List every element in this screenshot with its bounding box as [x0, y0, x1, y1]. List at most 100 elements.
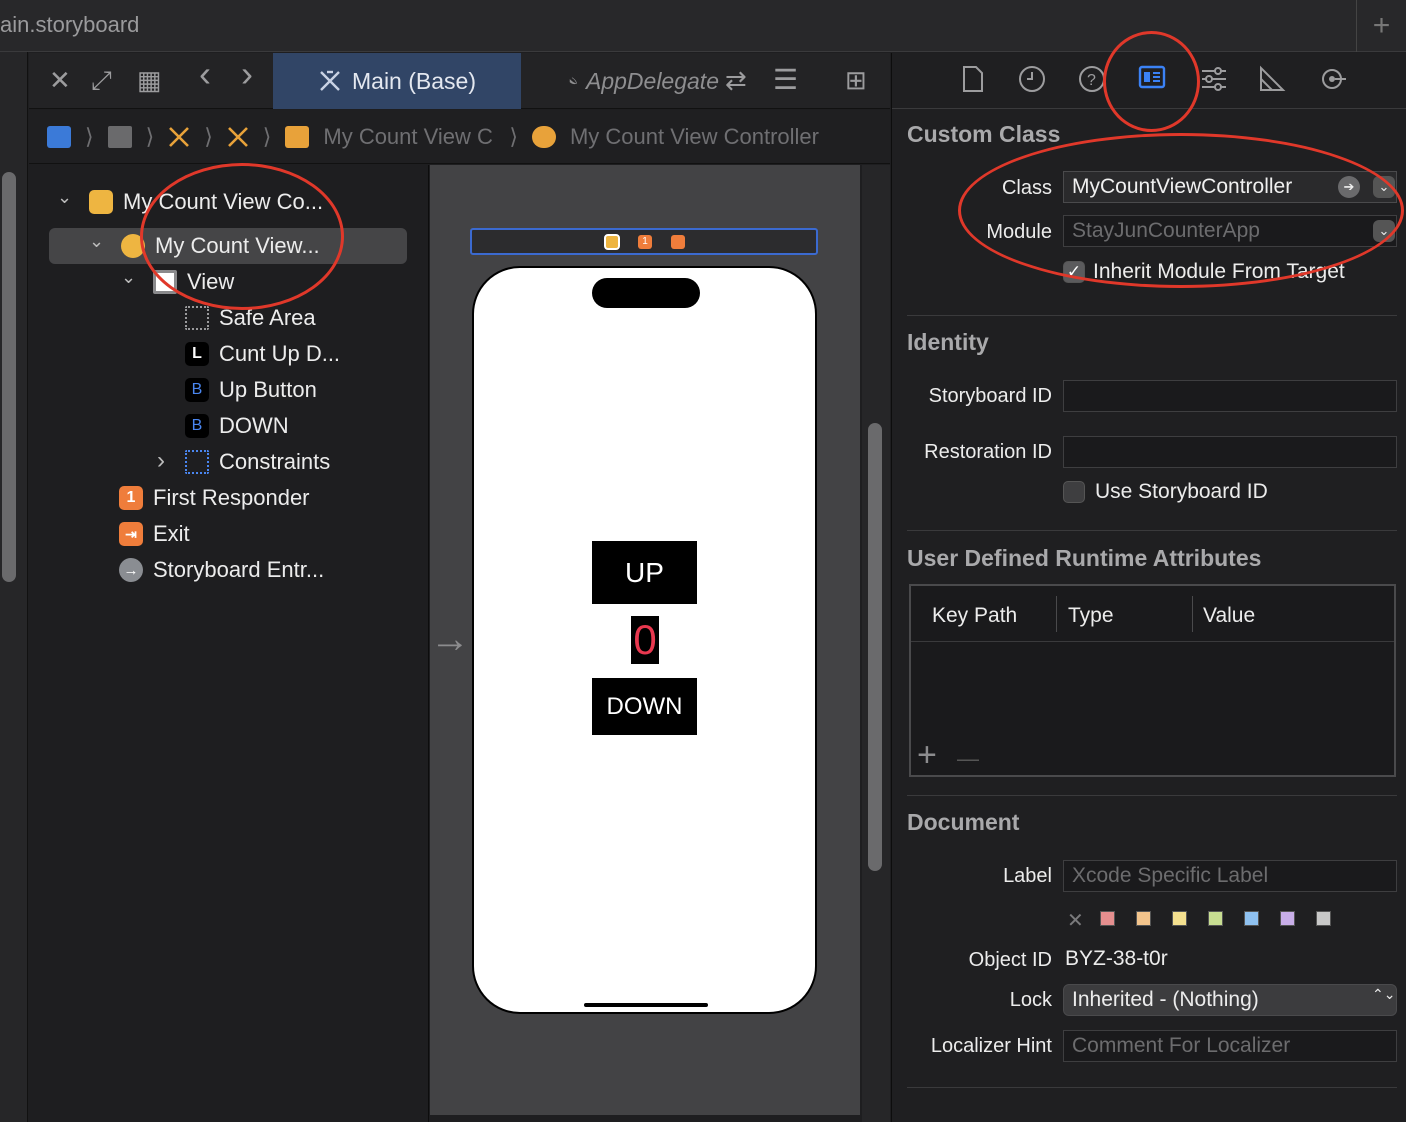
remove-attribute-icon[interactable]: — [957, 746, 979, 772]
dynamic-island [592, 278, 700, 308]
exit-dock-icon[interactable] [671, 235, 685, 249]
history-inspector-icon[interactable] [1018, 65, 1046, 93]
swatch-red[interactable] [1100, 911, 1115, 926]
count-label[interactable]: 0 [631, 616, 659, 664]
section-divider [907, 315, 1397, 316]
back-icon[interactable]: ‹ [199, 56, 211, 92]
canvas-scrollbar[interactable] [868, 423, 882, 871]
add-tab-button[interactable]: + [1356, 0, 1406, 52]
doc-label-field[interactable]: Xcode Specific Label [1063, 860, 1397, 892]
add-editor-icon[interactable]: ⊞ [845, 65, 867, 95]
swatch-orange[interactable] [1136, 911, 1151, 926]
swatch-blue[interactable] [1244, 911, 1259, 926]
swatch-gray[interactable] [1316, 911, 1331, 926]
home-indicator [584, 1003, 708, 1007]
connections-inspector-icon[interactable] [1320, 65, 1348, 93]
outline-first-responder[interactable]: 1 First Responder [119, 481, 310, 515]
swift-icon [569, 77, 577, 85]
expand-icon[interactable]: ⤢ [91, 65, 112, 95]
swatch-yellow[interactable] [1172, 911, 1187, 926]
chevron-down-icon[interactable]: ⌄ [121, 267, 136, 288]
class-label: Class [1001, 177, 1052, 199]
folder-icon[interactable] [107, 125, 132, 148]
app-icon[interactable] [47, 125, 71, 148]
close-icon[interactable]: ✕ [49, 65, 71, 95]
view-controller-dock-icon[interactable] [604, 234, 620, 250]
outline-down-button[interactable]: B DOWN [185, 409, 289, 443]
chevron-down-icon[interactable]: ⌄ [89, 231, 104, 252]
first-responder-dock-icon[interactable]: 1 [638, 235, 652, 249]
down-button[interactable]: DOWN [592, 678, 697, 735]
plus-icon: + [1372, 9, 1391, 42]
grid-icon[interactable]: ▦ [137, 65, 162, 95]
localizer-hint-label: Localizer Hint [930, 1035, 1052, 1057]
chevron-right-icon[interactable]: › [157, 447, 165, 475]
object-id-label: Object ID [968, 949, 1052, 971]
navigator-strip [0, 52, 28, 1122]
up-button[interactable]: UP [592, 541, 697, 604]
down-button-label: DOWN [606, 692, 683, 720]
clear-color-icon[interactable]: ✕ [1067, 908, 1084, 933]
module-dropdown-chevron-icon[interactable]: ⌄ [1373, 220, 1395, 242]
outline-storyboard-entry[interactable]: → Storyboard Entr... [119, 553, 324, 587]
section-divider [907, 795, 1397, 796]
restoration-id-field[interactable] [1063, 436, 1397, 468]
storyboard-id-label: Storyboard ID [928, 385, 1052, 407]
outline-down-button-label: DOWN [219, 413, 289, 438]
use-storyboard-id-label: Use Storyboard ID [1095, 480, 1268, 503]
size-inspector-icon[interactable] [1258, 65, 1286, 93]
exit-icon: ⇥ [119, 522, 143, 546]
swap-icon[interactable]: ⇄ [725, 65, 747, 95]
localizer-hint-field[interactable]: Comment For Localizer [1063, 1030, 1397, 1062]
iphone-scene[interactable]: UP 0 DOWN [472, 266, 817, 1014]
storyboard-icon[interactable] [168, 126, 190, 148]
outline-safe-area[interactable]: Safe Area [185, 301, 316, 335]
outline-scene-label: My Count View Co... [123, 189, 324, 214]
button-icon: B [185, 414, 209, 438]
label-icon: L [185, 342, 209, 366]
forward-icon[interactable]: › [241, 56, 253, 92]
runtime-attributes-table[interactable]: Key Path Type Value + — [909, 584, 1396, 777]
class-dropdown-chevron-icon[interactable]: ⌄ [1373, 176, 1395, 198]
scene-dock[interactable]: 1 [470, 228, 818, 255]
class-field-value: MyCountViewController [1072, 175, 1293, 198]
storyboard-icon[interactable] [227, 126, 249, 148]
table-header: Key Path Type Value [911, 586, 1394, 642]
go-to-class-arrow-icon[interactable]: ➔ [1338, 176, 1360, 198]
add-attribute-icon[interactable]: + [917, 738, 937, 772]
chevron-down-icon[interactable]: ⌄ [57, 187, 72, 208]
outline-exit[interactable]: ⇥ Exit [119, 517, 190, 551]
breadcrumb-scene[interactable]: My Count View C [323, 124, 495, 150]
attributes-inspector-icon[interactable] [1200, 65, 1228, 93]
help-inspector-icon[interactable]: ? [1078, 65, 1106, 93]
lock-popup[interactable]: Inherited - (Nothing) [1063, 984, 1397, 1016]
view-controller-icon [121, 234, 145, 258]
outline-label-item[interactable]: L Cunt Up D... [185, 337, 340, 371]
swatch-green[interactable] [1208, 911, 1223, 926]
tab-main-storyboard[interactable]: Main (Base) [273, 53, 521, 109]
storyboard-id-field[interactable] [1063, 380, 1397, 412]
outline-constraints[interactable]: Constraints [185, 445, 330, 479]
udra-header: User Defined Runtime Attributes [907, 545, 1262, 571]
module-field[interactable]: StayJunCounterApp [1063, 215, 1397, 247]
lines-icon[interactable]: ☰ [773, 65, 798, 95]
navigator-scrollbar[interactable] [2, 172, 16, 582]
tab-main-label: Main (Base) [352, 67, 476, 94]
inherit-module-checkbox[interactable]: ✓ [1063, 261, 1085, 283]
use-storyboard-id-checkbox[interactable] [1063, 481, 1085, 503]
outline-label-text: Cunt Up D... [219, 341, 341, 366]
column-key-path[interactable]: Key Path [932, 604, 1017, 628]
outline-up-button[interactable]: B Up Button [185, 373, 317, 407]
breadcrumb-controller[interactable]: My Count View Controller [570, 124, 819, 150]
column-type[interactable]: Type [1068, 604, 1114, 628]
column-value[interactable]: Value [1203, 604, 1255, 628]
tab-appdelegate[interactable]: AppDelegate [569, 53, 719, 109]
entry-point-arrow[interactable]: → [430, 617, 470, 662]
identity-inspector-icon[interactable] [1138, 65, 1166, 91]
outline-view-controller[interactable]: My Count View... [121, 229, 320, 263]
breadcrumb-separator: ⟩ [262, 123, 272, 149]
outline-view[interactable]: View [153, 265, 234, 299]
file-inspector-icon[interactable] [962, 65, 984, 93]
outline-scene[interactable]: My Count View Co... [89, 185, 323, 219]
swatch-purple[interactable] [1280, 911, 1295, 926]
